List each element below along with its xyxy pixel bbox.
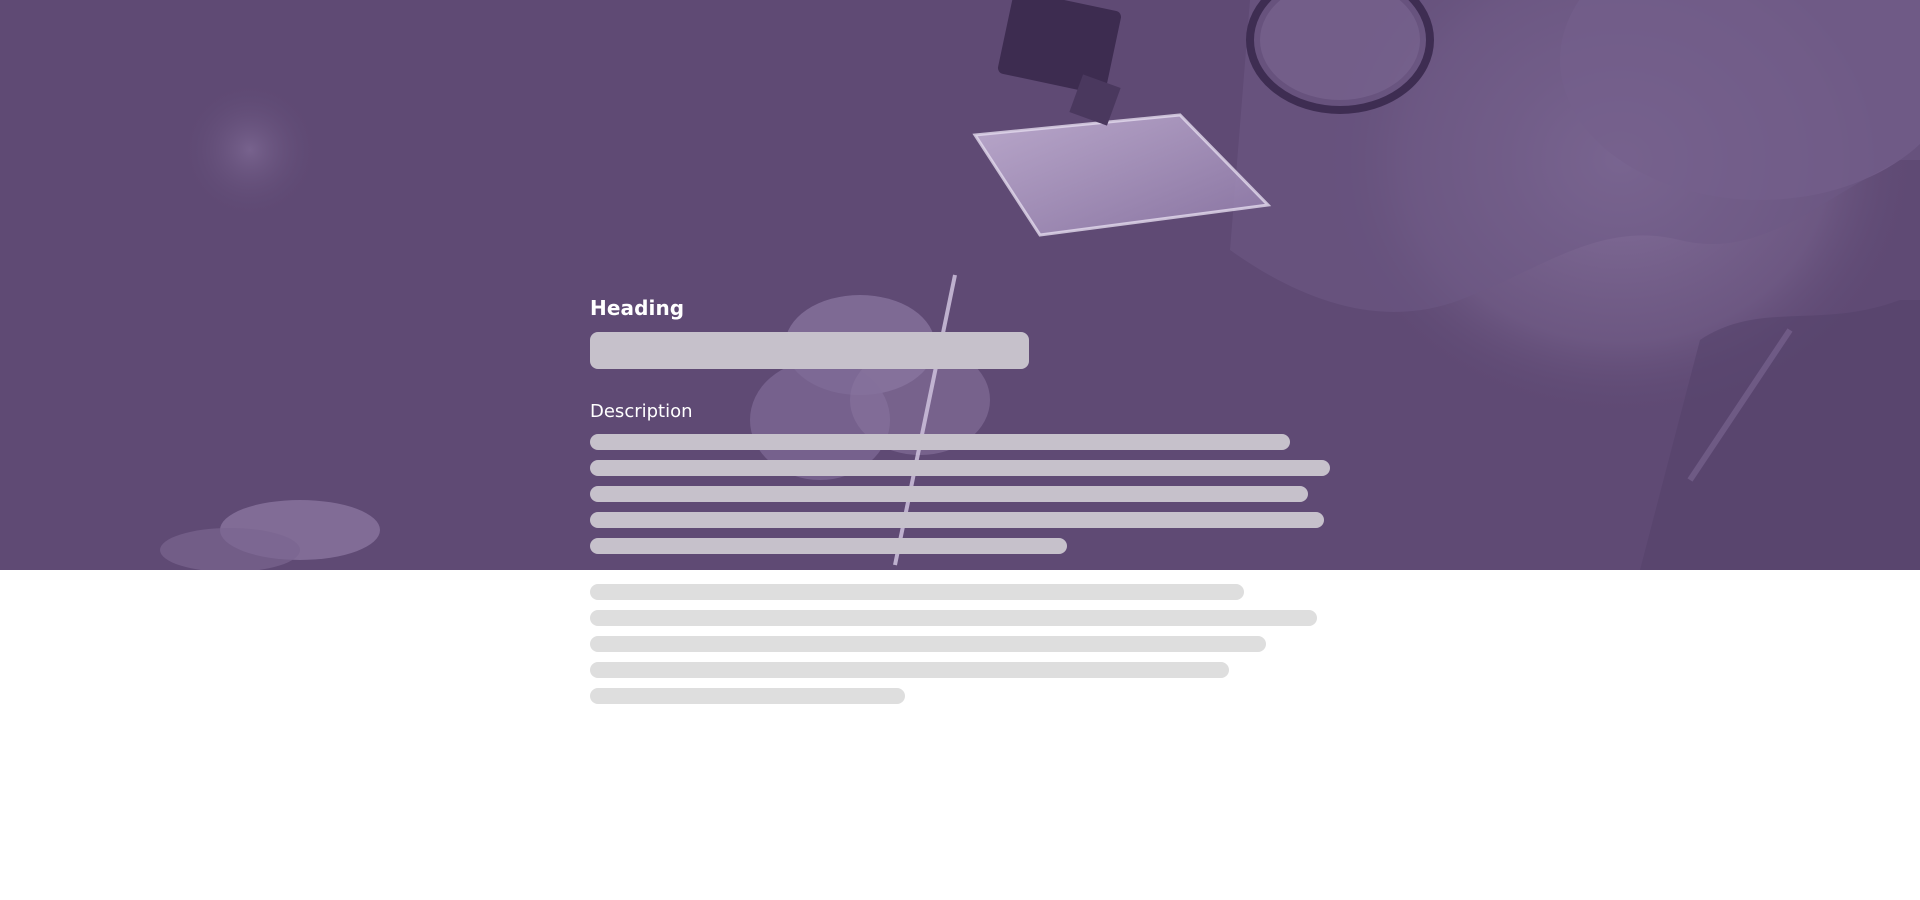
description-label: Description (590, 401, 693, 422)
body-line-placeholder (590, 662, 1229, 678)
body-line-placeholder (590, 636, 1266, 652)
hero-banner (0, 0, 1920, 570)
hero-photo (0, 0, 1920, 570)
description-line-placeholder (590, 486, 1308, 502)
description-line-placeholder (590, 512, 1324, 528)
description-line-placeholder (590, 538, 1067, 554)
heading-placeholder (590, 332, 1029, 369)
heading-label: Heading (590, 296, 685, 320)
body-line-placeholder (590, 688, 905, 704)
body-line-placeholder (590, 610, 1317, 626)
description-line-placeholder (590, 460, 1330, 476)
description-line-placeholder (590, 434, 1290, 450)
body-line-placeholder (590, 584, 1244, 600)
